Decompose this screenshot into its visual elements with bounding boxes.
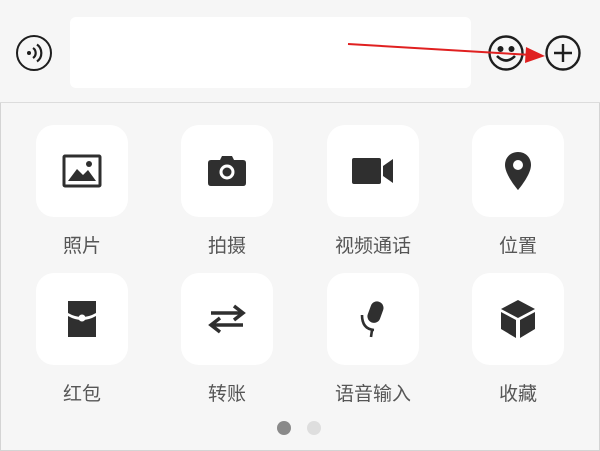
camera-icon <box>208 156 246 186</box>
tile-voice-input[interactable]: 语音输入 <box>327 273 419 406</box>
tile-photo-label: 照片 <box>62 235 101 257</box>
smiley-icon <box>488 35 524 71</box>
page-dot-active[interactable] <box>277 421 291 435</box>
tile-transfer-label: 转账 <box>207 383 246 405</box>
tile-red-packet[interactable]: 红包 <box>36 273 128 406</box>
tile-favorites-box <box>472 273 564 365</box>
emoji-button[interactable] <box>487 34 525 72</box>
tile-photo-box <box>36 125 128 217</box>
tile-transfer-box <box>181 273 273 365</box>
transfer-icon <box>208 304 246 334</box>
plus-circle-icon <box>545 35 581 71</box>
function-grid: 照片 拍摄 视频通话 位置 红包 转账 语音输入 收藏 <box>0 103 600 451</box>
voice-wave-icon <box>27 43 43 63</box>
tile-video-call[interactable]: 视频通话 <box>327 125 419 258</box>
page-dot[interactable] <box>307 421 321 435</box>
tile-camera[interactable]: 拍摄 <box>181 125 273 258</box>
red-packet-icon <box>68 301 96 337</box>
tile-video-call-label: 视频通话 <box>334 235 411 257</box>
location-pin-icon <box>505 152 531 190</box>
tile-location-box <box>472 125 564 217</box>
message-input[interactable] <box>70 17 471 88</box>
tile-location[interactable]: 位置 <box>472 125 564 258</box>
tile-video-call-box <box>327 125 419 217</box>
favorites-cube-icon <box>501 300 535 338</box>
tile-voice-input-box <box>327 273 419 365</box>
tile-camera-label: 拍摄 <box>207 235 246 257</box>
tile-location-label: 位置 <box>498 235 537 257</box>
video-call-icon <box>352 158 393 184</box>
page-indicator <box>277 421 323 435</box>
more-functions-button[interactable] <box>544 34 582 72</box>
photo-icon <box>62 154 102 188</box>
tile-favorites-label: 收藏 <box>498 383 537 405</box>
voice-toggle-button[interactable] <box>16 35 52 71</box>
tile-red-packet-box <box>36 273 128 365</box>
chat-input-bar <box>0 0 600 103</box>
tile-camera-box <box>181 125 273 217</box>
tile-transfer[interactable]: 转账 <box>181 273 273 406</box>
tile-red-packet-label: 红包 <box>62 383 101 405</box>
tile-voice-input-label: 语音输入 <box>334 383 411 405</box>
tile-favorites[interactable]: 收藏 <box>472 273 564 406</box>
microphone-icon <box>360 301 384 338</box>
tile-photo[interactable]: 照片 <box>36 125 128 258</box>
